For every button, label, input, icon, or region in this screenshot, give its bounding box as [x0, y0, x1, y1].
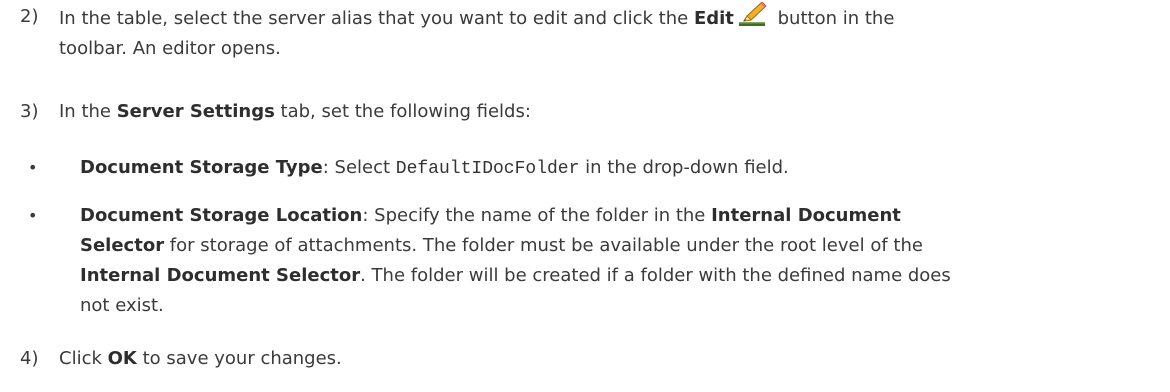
step-number: 2)	[20, 6, 39, 27]
bullet-text: Document Storage Type: Select DefaultIDo…	[80, 157, 789, 179]
step-number: 3)	[20, 101, 39, 122]
step-2: 2) In the table, select the server alias…	[0, 1, 1170, 72]
step-number: 4)	[20, 348, 39, 369]
code-value: DefaultIDocFolder	[395, 159, 580, 179]
step-text: Click OK to save your changes.	[59, 348, 342, 369]
ui-term: Internal Document	[711, 205, 901, 226]
step-3: 3) In the Server Settings tab, set the f…	[0, 97, 1170, 127]
bullet-marker: •	[28, 158, 38, 177]
step-text: In the Server Settings tab, set the foll…	[59, 101, 531, 122]
ui-term-server-settings: Server Settings	[116, 101, 275, 122]
ui-term-edit: Edit	[693, 8, 734, 29]
step-line: In the table, select the server alias th…	[59, 1, 1139, 34]
bullet-text: Document Storage Location: Specify the n…	[80, 205, 951, 316]
field-name: Document Storage Location	[80, 205, 363, 226]
ui-term: Selector	[80, 235, 165, 256]
ui-term: Internal Document Selector	[80, 265, 361, 286]
list-item: • Document Storage Type: Select DefaultI…	[0, 153, 1170, 183]
step-text: In the table, select the server alias th…	[59, 1, 1139, 64]
field-name: Document Storage Type	[80, 157, 323, 178]
list-item: • Document Storage Location: Specify the…	[0, 201, 1170, 325]
bullet-marker: •	[28, 206, 38, 225]
ui-term-ok: OK	[107, 348, 137, 369]
step-4: 4) Click OK to save your changes.	[0, 344, 1170, 374]
pencil-icon	[738, 1, 768, 28]
step-line: toolbar. An editor opens.	[59, 38, 281, 59]
